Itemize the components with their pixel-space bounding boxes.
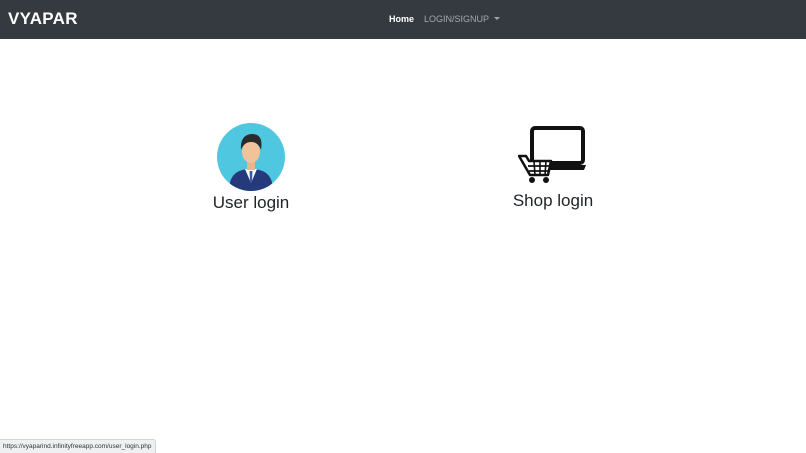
shop-login-card[interactable]: Shop login	[493, 123, 613, 212]
laptop-cart-icon	[518, 126, 586, 183]
brand-logo[interactable]: VYAPAR	[8, 8, 78, 30]
nav-login-signup-label: LOGIN/SIGNUP	[424, 14, 490, 24]
nav-home-link[interactable]: Home	[389, 13, 414, 25]
user-avatar-icon	[217, 123, 285, 191]
nav-login-signup-dropdown[interactable]: LOGIN/SIGNUP	[424, 13, 501, 25]
user-login-card[interactable]: User login	[191, 123, 311, 214]
top-navbar: VYAPAR Home LOGIN/SIGNUP	[0, 0, 806, 39]
shop-login-label: Shop login	[512, 191, 594, 210]
nav-links: Home LOGIN/SIGNUP	[389, 13, 501, 25]
user-login-label: User login	[212, 193, 290, 212]
status-bar-url: https://vyaparind.infinityfreeapp.com/us…	[0, 439, 156, 453]
caret-down-icon	[494, 17, 501, 20]
